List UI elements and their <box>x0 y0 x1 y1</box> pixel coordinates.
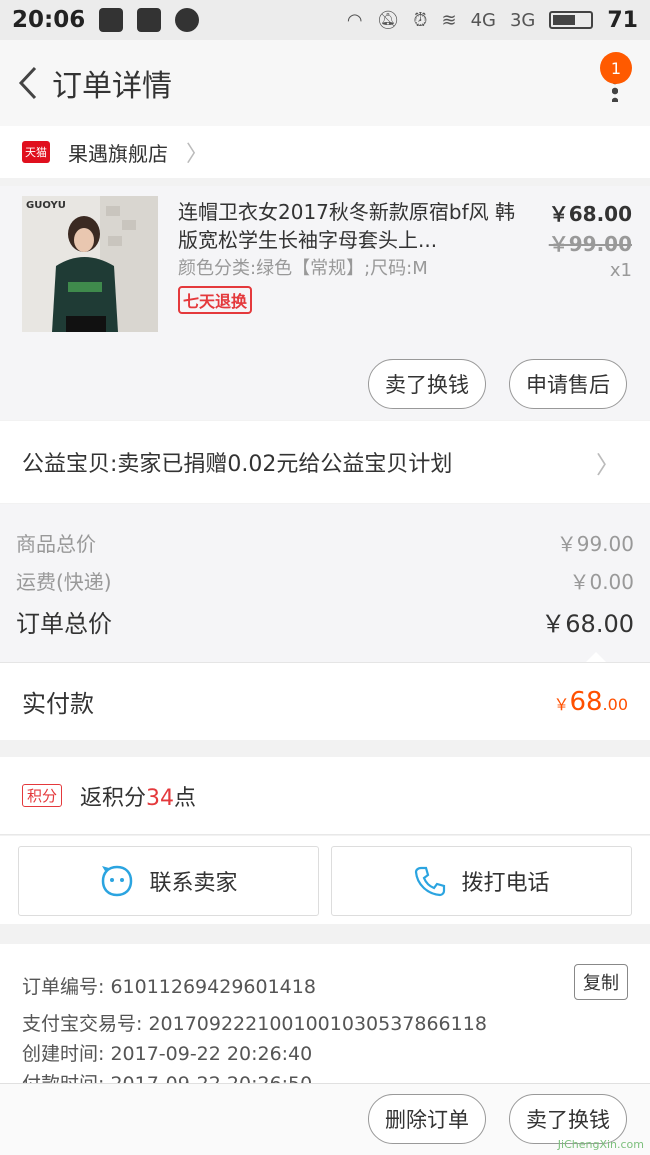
paid-currency: ￥ <box>553 694 570 714</box>
battery-icon <box>549 11 594 29</box>
goods-total-row: 商品总价 ￥99.00 <box>16 528 634 557</box>
footer-action-bar: 删除订单 卖了换钱 JiChengXin.com <box>0 1083 650 1155</box>
signal-4g-icon: 4G <box>470 9 496 31</box>
product-spec: 颜色分类:绿色【常规】;尺码:M <box>178 258 428 279</box>
mute-icon: 🔕︎ <box>376 9 400 31</box>
notification-icon <box>99 8 124 32</box>
goods-total-value: ￥99.00 <box>556 532 634 556</box>
points-prefix: 返积分 <box>80 785 147 811</box>
points-tag: 积分 <box>22 784 63 807</box>
order-total-value: ￥68.00 <box>541 610 634 638</box>
paid-decimal: .00 <box>602 694 628 714</box>
points-suffix: 点 <box>174 785 197 811</box>
pointer-notch <box>586 652 606 662</box>
sell-for-cash-button[interactable]: 卖了换钱 <box>368 359 486 409</box>
shipping-label: 运费(快递) <box>16 570 112 594</box>
footer-sell-for-cash-button[interactable]: 卖了换钱 <box>509 1094 627 1144</box>
call-phone-label: 拨打电话 <box>461 871 550 896</box>
phone-icon <box>415 866 446 897</box>
product-price: ￥68.00 <box>548 202 632 226</box>
price-summary: 商品总价 ￥99.00 运费(快递) ￥0.00 订单总价 ￥68.00 <box>0 504 650 662</box>
goods-total-label: 商品总价 <box>16 532 96 556</box>
shipping-value: ￥0.00 <box>569 570 634 594</box>
alarm-icon: ⏰︎ <box>413 9 428 31</box>
chat-bubble-icon <box>102 865 133 897</box>
wifi-icon: ≋ <box>441 9 457 31</box>
product-title[interactable]: 连帽卫衣女2017秋冬新款原宿bf风 韩版宽松学生长袖字母套头上... <box>178 198 518 254</box>
delete-order-button[interactable]: 删除订单 <box>368 1094 486 1144</box>
paid-label: 实付款 <box>22 690 94 718</box>
signal-3g-icon: 3G <box>509 9 536 31</box>
chevron-right-icon: 〉 <box>596 450 620 479</box>
call-phone-button[interactable]: 拨打电话 <box>331 846 632 916</box>
watermark: JiChengXin.com <box>557 1138 644 1151</box>
nav-bar: 订单详情 1 <box>0 40 650 126</box>
shop-row[interactable]: 天猫 果遇旗舰店 〉 <box>0 126 650 178</box>
notification-badge: 1 <box>600 52 632 84</box>
back-arrow-icon[interactable] <box>8 63 48 103</box>
product-thumbnail[interactable]: GUOYU <box>22 196 158 332</box>
return-policy-badge: 七天退换 <box>178 286 253 314</box>
product-card: GUOYU 连帽卫衣女2017秋冬新款原宿bf风 韩版宽松学生长袖字母套头上..… <box>0 186 650 420</box>
paid-value: ￥68.00 <box>553 687 628 717</box>
brand-logo: GUOYU <box>26 200 66 211</box>
alipay-trade-number: 支付宝交易号: 2017092221001001030537866118 <box>22 1013 487 1035</box>
tmall-logo-icon: 天猫 <box>22 141 50 163</box>
headphones-icon: ◠ <box>346 9 363 31</box>
points-amount: 34 <box>146 785 175 811</box>
paid-amount-row: 实付款 ￥68.00 <box>0 662 650 740</box>
contact-seller-button[interactable]: 联系卖家 <box>18 846 319 916</box>
created-time: 创建时间: 2017-09-22 20:26:40 <box>22 1043 313 1065</box>
charity-row[interactable]: 公益宝贝:卖家已捐赠0.02元给公益宝贝计划 〉 <box>0 421 650 503</box>
contact-seller-label: 联系卖家 <box>149 871 238 896</box>
message-icon <box>137 8 162 32</box>
page-title: 订单详情 <box>52 69 172 104</box>
points-row: 积分 返积分34点 <box>0 757 650 835</box>
shop-name: 果遇旗舰店 <box>68 141 168 166</box>
product-original-price: ￥99.00 <box>548 232 632 256</box>
copy-button[interactable]: 复制 <box>574 964 628 1000</box>
chevron-right-icon: 〉 <box>186 142 209 167</box>
order-total-label: 订单总价 <box>16 610 112 638</box>
status-bar: 20:06 ◠ 🔕︎ ⏰︎ ≋ 4G 3G 71 <box>0 0 650 40</box>
product-quantity: x1 <box>609 260 632 281</box>
order-total-row: 订单总价 ￥68.00 <box>16 604 634 639</box>
charity-text: 公益宝贝:卖家已捐赠0.02元给公益宝贝计划 <box>22 452 453 477</box>
order-number: 订单编号: 61011269429601418 <box>22 976 316 998</box>
more-menu-button[interactable]: 1 <box>588 52 632 108</box>
order-info: 订单编号: 61011269429601418 支付宝交易号: 20170922… <box>0 944 650 1090</box>
chat-icon <box>175 8 200 32</box>
after-sales-button[interactable]: 申请售后 <box>509 359 627 409</box>
points-text: 返积分34点 <box>80 780 196 812</box>
shipping-row: 运费(快递) ￥0.00 <box>16 566 634 595</box>
paid-integer: 68 <box>569 686 603 717</box>
battery-percent: 71 <box>607 7 638 33</box>
contact-area: 联系卖家 拨打电话 <box>0 836 650 924</box>
status-time: 20:06 <box>12 7 86 33</box>
